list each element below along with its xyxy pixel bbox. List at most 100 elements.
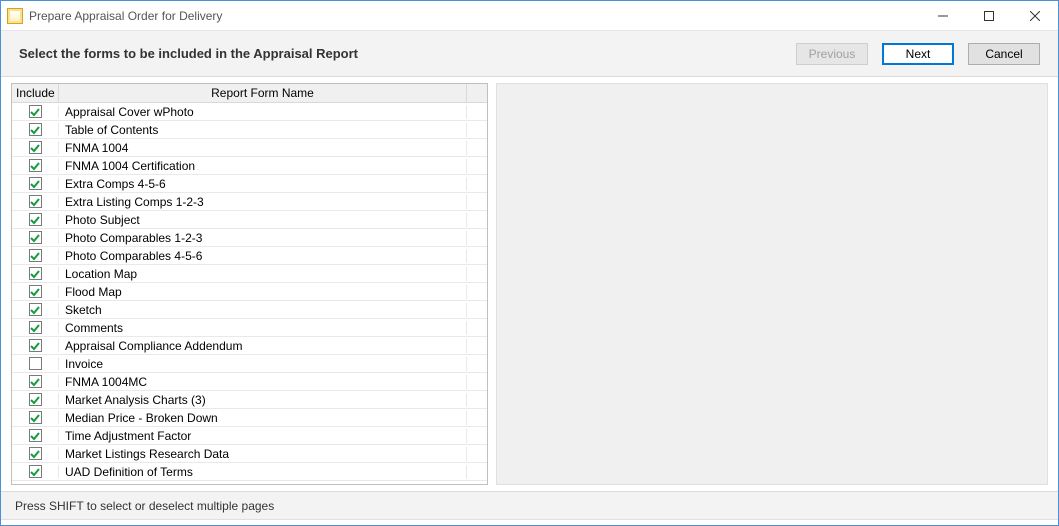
table-row[interactable]: Extra Listing Comps 1-2-3 (12, 193, 487, 211)
table-row[interactable]: Appraisal Compliance Addendum (12, 337, 487, 355)
table-row[interactable]: Location Map (12, 265, 487, 283)
grid-header: Include Report Form Name (12, 84, 487, 103)
form-name-cell: FNMA 1004 Certification (59, 159, 467, 173)
include-cell (12, 321, 59, 334)
include-cell (12, 303, 59, 316)
table-row[interactable]: Flood Map (12, 283, 487, 301)
form-name-cell: Market Listings Research Data (59, 447, 467, 461)
include-checkbox[interactable] (29, 267, 42, 280)
column-header-include[interactable]: Include (12, 84, 59, 102)
include-cell (12, 429, 59, 442)
include-checkbox[interactable] (29, 159, 42, 172)
form-name-cell: Table of Contents (59, 123, 467, 137)
table-row[interactable]: Comments (12, 319, 487, 337)
table-row[interactable]: Sketch (12, 301, 487, 319)
include-checkbox[interactable] (29, 285, 42, 298)
include-checkbox[interactable] (29, 249, 42, 262)
include-checkbox[interactable] (29, 141, 42, 154)
include-checkbox[interactable] (29, 339, 42, 352)
include-checkbox[interactable] (29, 465, 42, 478)
table-row[interactable]: Photo Comparables 1-2-3 (12, 229, 487, 247)
include-checkbox[interactable] (29, 411, 42, 424)
include-cell (12, 339, 59, 352)
include-checkbox[interactable] (29, 123, 42, 136)
include-cell (12, 105, 59, 118)
form-name-cell: Photo Subject (59, 213, 467, 227)
maximize-button[interactable] (966, 1, 1012, 31)
include-checkbox[interactable] (29, 231, 42, 244)
minimize-icon (938, 11, 948, 21)
include-checkbox[interactable] (29, 357, 42, 370)
grid-body[interactable]: Appraisal Cover wPhoto Table of Contents F… (12, 103, 487, 484)
minimize-button[interactable] (920, 1, 966, 31)
table-row[interactable]: UAD Definition of Terms (12, 463, 487, 481)
close-icon (1030, 11, 1040, 21)
include-cell (12, 159, 59, 172)
window-root: Prepare Appraisal Order for Delivery Sel… (0, 0, 1059, 526)
form-name-cell: FNMA 1004 (59, 141, 467, 155)
app-icon (7, 8, 23, 24)
maximize-icon (984, 11, 994, 21)
include-cell (12, 411, 59, 424)
include-checkbox[interactable] (29, 393, 42, 406)
forms-grid: Include Report Form Name Appraisal Cover… (11, 83, 488, 485)
include-cell (12, 267, 59, 280)
include-cell (12, 195, 59, 208)
cancel-button[interactable]: Cancel (968, 43, 1040, 65)
next-button[interactable]: Next (882, 43, 954, 65)
include-checkbox[interactable] (29, 195, 42, 208)
table-row[interactable]: Photo Comparables 4-5-6 (12, 247, 487, 265)
include-checkbox[interactable] (29, 177, 42, 190)
preview-pane (496, 83, 1048, 485)
table-row[interactable]: Invoice (12, 355, 487, 373)
table-row[interactable]: FNMA 1004MC (12, 373, 487, 391)
form-name-cell: Sketch (59, 303, 467, 317)
previous-button: Previous (796, 43, 868, 65)
table-row[interactable]: Market Listings Research Data (12, 445, 487, 463)
table-row[interactable]: Photo Subject (12, 211, 487, 229)
form-name-cell: UAD Definition of Terms (59, 465, 467, 479)
table-row[interactable]: Appraisal Cover wPhoto (12, 103, 487, 121)
form-name-cell: Median Price - Broken Down (59, 411, 467, 425)
form-name-cell: Photo Comparables 4-5-6 (59, 249, 467, 263)
include-checkbox[interactable] (29, 447, 42, 460)
include-cell (12, 357, 59, 370)
include-cell (12, 249, 59, 262)
column-header-name[interactable]: Report Form Name (59, 84, 467, 102)
include-cell (12, 123, 59, 136)
include-checkbox[interactable] (29, 375, 42, 388)
include-checkbox[interactable] (29, 213, 42, 226)
form-name-cell: Appraisal Compliance Addendum (59, 339, 467, 353)
close-button[interactable] (1012, 1, 1058, 31)
footer: Press SHIFT to select or deselect multip… (1, 491, 1058, 519)
include-checkbox[interactable] (29, 429, 42, 442)
form-name-cell: FNMA 1004MC (59, 375, 467, 389)
include-cell (12, 213, 59, 226)
instruction-text: Select the forms to be included in the A… (19, 46, 358, 61)
form-name-cell: Invoice (59, 357, 467, 371)
form-name-cell: Photo Comparables 1-2-3 (59, 231, 467, 245)
form-name-cell: Flood Map (59, 285, 467, 299)
form-name-cell: Location Map (59, 267, 467, 281)
include-cell (12, 447, 59, 460)
table-row[interactable]: Table of Contents (12, 121, 487, 139)
include-cell (12, 285, 59, 298)
include-cell (12, 231, 59, 244)
include-cell (12, 375, 59, 388)
table-row[interactable]: FNMA 1004 Certification (12, 157, 487, 175)
include-checkbox[interactable] (29, 303, 42, 316)
form-name-cell: Comments (59, 321, 467, 335)
column-header-spacer (467, 84, 487, 102)
footer-hint: Press SHIFT to select or deselect multip… (15, 499, 1044, 513)
include-checkbox[interactable] (29, 105, 42, 118)
table-row[interactable]: FNMA 1004 (12, 139, 487, 157)
table-row[interactable]: Time Adjustment Factor (12, 427, 487, 445)
include-cell (12, 465, 59, 478)
form-name-cell: Extra Comps 4-5-6 (59, 177, 467, 191)
header-buttons: Previous Next Cancel (796, 43, 1040, 65)
table-row[interactable]: Median Price - Broken Down (12, 409, 487, 427)
table-row[interactable]: Market Analysis Charts (3) (12, 391, 487, 409)
include-checkbox[interactable] (29, 321, 42, 334)
table-row[interactable]: Extra Comps 4-5-6 (12, 175, 487, 193)
header: Select the forms to be included in the A… (1, 31, 1058, 77)
